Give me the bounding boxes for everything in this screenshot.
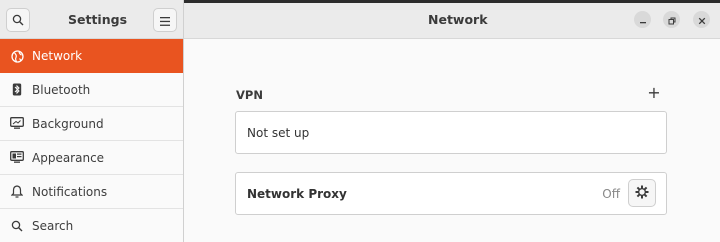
window-top-edge	[184, 0, 720, 3]
add-vpn-button[interactable]: +	[645, 83, 663, 103]
background-icon	[9, 116, 25, 132]
close-icon	[698, 10, 706, 29]
vpn-empty-text: Not set up	[247, 125, 310, 140]
proxy-status: Off	[602, 186, 620, 201]
minimize-icon	[639, 10, 647, 29]
plus-icon: +	[647, 83, 661, 102]
gear-icon	[635, 184, 649, 203]
restore-icon	[668, 10, 676, 29]
sidebar-item-label: Background	[32, 116, 104, 131]
window-title: Network	[428, 12, 488, 27]
sidebar: Network Bluetooth Background Appearance …	[0, 39, 184, 242]
search-icon	[12, 11, 24, 30]
vpn-card: Not set up	[235, 111, 667, 154]
network-proxy-row[interactable]: Network Proxy Off	[235, 172, 667, 215]
sidebar-item-notifications[interactable]: Notifications	[0, 175, 183, 209]
appearance-icon	[9, 150, 25, 166]
sidebar-item-network[interactable]: Network	[0, 39, 183, 73]
minimize-button[interactable]	[634, 11, 651, 28]
sidebar-item-search[interactable]: Search	[0, 209, 183, 242]
maximize-button[interactable]	[663, 11, 680, 28]
hamburger-menu-icon	[160, 11, 170, 30]
network-proxy-label: Network Proxy	[247, 186, 347, 201]
sidebar-item-label: Search	[32, 219, 74, 233]
vpn-section-title: VPN	[236, 88, 263, 102]
search-icon	[9, 218, 25, 234]
proxy-settings-button[interactable]	[628, 179, 656, 207]
search-button[interactable]	[6, 8, 30, 32]
sidebar-item-background[interactable]: Background	[0, 107, 183, 141]
sidebar-item-label: Network	[32, 49, 83, 63]
network-globe-icon	[9, 48, 25, 64]
sidebar-item-appearance[interactable]: Appearance	[0, 141, 183, 175]
bell-icon	[9, 184, 25, 200]
sidebar-item-label: Bluetooth	[32, 82, 91, 97]
network-panel: VPN + Not set up Network Proxy Off	[185, 39, 720, 242]
close-button[interactable]	[693, 11, 710, 28]
sidebar-header: Settings	[0, 0, 184, 39]
bluetooth-icon	[9, 82, 25, 98]
sidebar-title: Settings	[68, 12, 128, 27]
sidebar-item-label: Appearance	[32, 150, 105, 165]
window-header: Network	[184, 0, 720, 39]
sidebar-item-label: Notifications	[32, 184, 108, 199]
menu-button[interactable]	[153, 8, 177, 32]
sidebar-item-bluetooth[interactable]: Bluetooth	[0, 73, 183, 107]
